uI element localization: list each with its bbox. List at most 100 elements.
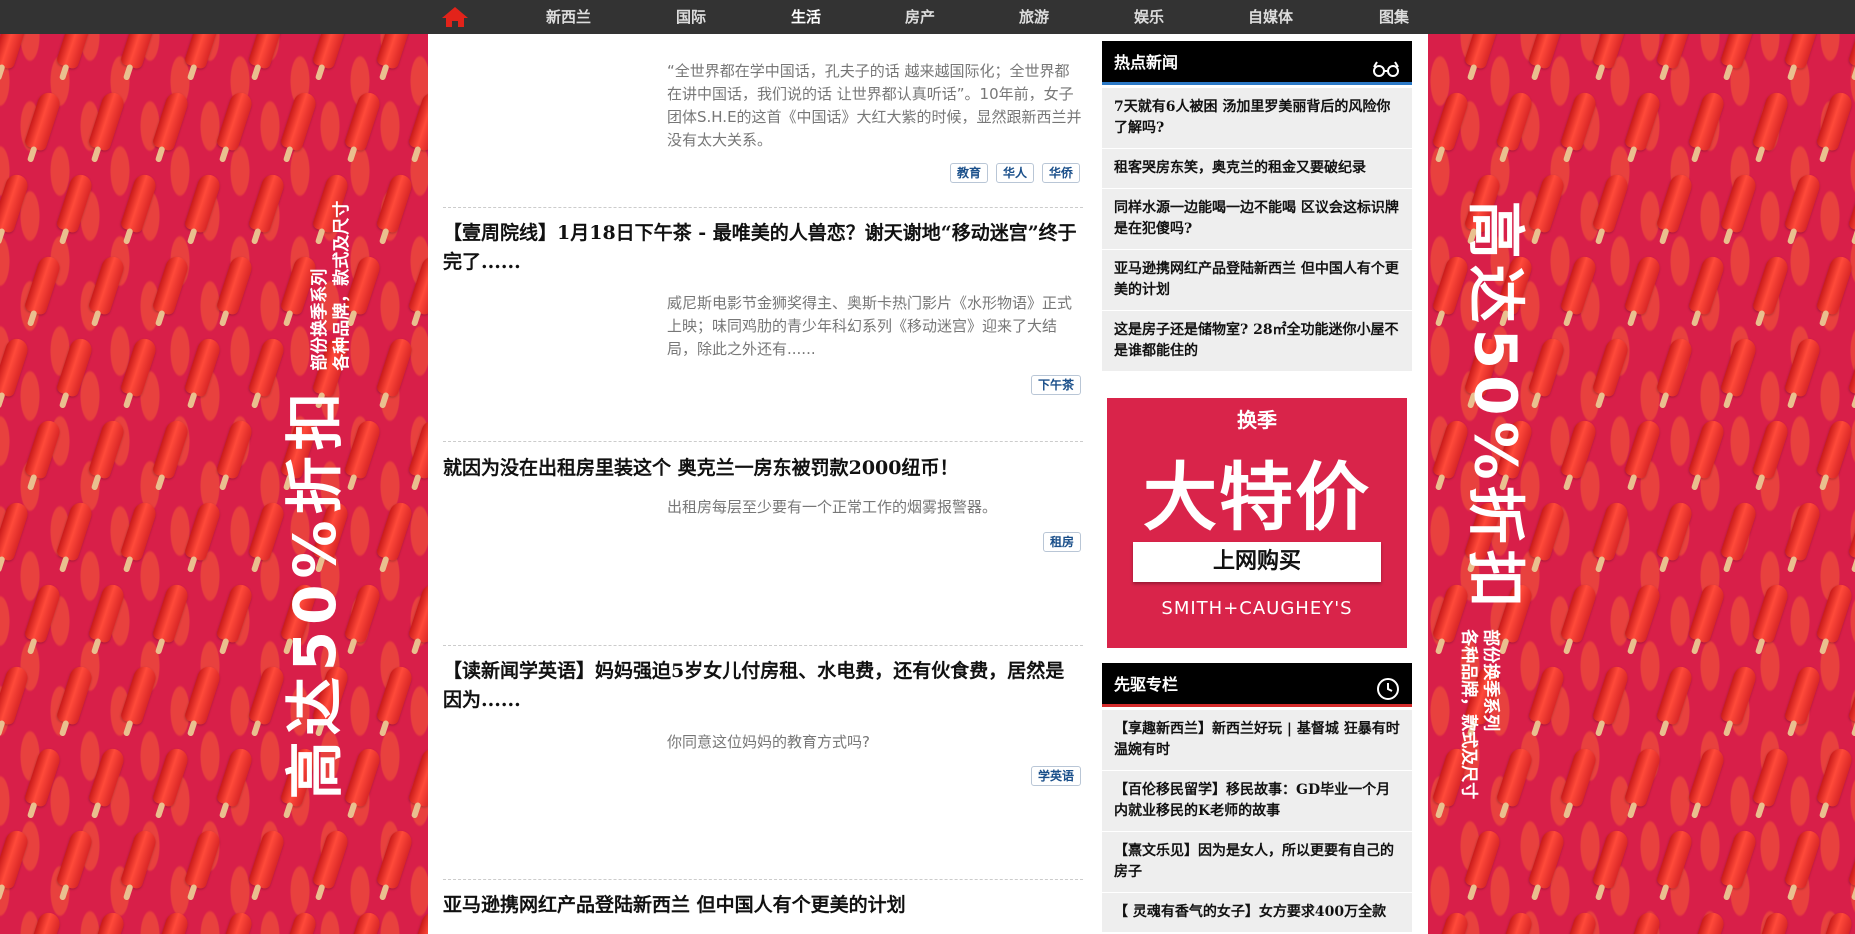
popsicle-decoration (87, 910, 127, 934)
top-navigation: 新西兰 国际 生活 房产 旅游 娱乐 自媒体 图集 (0, 0, 1855, 34)
popsicle-decoration (55, 664, 95, 726)
popsicle-decoration (1559, 418, 1599, 480)
hot-news-item[interactable]: 同样水源一边能喝一边不能喝 区议会这标识牌是在犯傻吗? (1102, 189, 1412, 250)
popsicle-decoration (1751, 254, 1791, 316)
popsicle-decoration (1591, 336, 1631, 398)
popsicle-decoration (1687, 90, 1727, 152)
right-ad-slogan: 高达50%折扣 部份换季系列 各种品牌，款式及尺寸 (1458, 201, 1543, 799)
popsicle-decoration (215, 910, 255, 934)
popsicle-decoration (1623, 910, 1663, 934)
popsicle-decoration (1719, 828, 1759, 890)
popsicle-decoration (1751, 746, 1791, 808)
ad-slogan-text: 高达50%折扣 (280, 386, 349, 800)
home-icon[interactable] (441, 6, 469, 28)
popsicle-decoration (183, 828, 223, 890)
popsicle-decoration (1783, 172, 1823, 234)
popsicle-decoration (23, 582, 63, 644)
article-divider (443, 441, 1083, 442)
popsicle-decoration (1463, 828, 1503, 890)
column-item[interactable]: 【百伦移民留学】移民故事：GD毕业一个月内就业移民的K老师的故事 (1102, 771, 1412, 832)
article-title-2[interactable]: 【壹周院线】1月18日下午茶 - 最唯美的人兽恋？谢天谢地“移动迷宫”终于完了.… (443, 219, 1083, 277)
popsicle-decoration (1815, 418, 1855, 480)
popsicle-decoration (375, 336, 415, 398)
popsicle-decoration (183, 500, 223, 562)
popsicle-decoration (55, 828, 95, 890)
left-ad-slogan: 高达50%折扣 部份换季系列 各种品牌，款式及尺寸 (268, 201, 353, 799)
popsicle-decoration (1431, 910, 1471, 934)
tag-overseas-chinese[interactable]: 华侨 (1042, 163, 1081, 183)
buy-online-button[interactable]: 上网购买 (1133, 542, 1381, 582)
popsicle-decoration (1815, 746, 1855, 808)
popsicle-decoration (1847, 664, 1855, 726)
article-excerpt-4: 你同意这位妈妈的教育方式吗? (667, 733, 870, 751)
popsicle-decoration (1623, 746, 1663, 808)
popsicle-decoration (1591, 500, 1631, 562)
popsicle-decoration (1559, 90, 1599, 152)
popsicle-decoration (1591, 664, 1631, 726)
popsicle-decoration (119, 664, 159, 726)
promo-ad[interactable]: 换季 大特价 上网购买 SMITH+CAUGHEY'S (1107, 398, 1407, 648)
nav-item-travel[interactable]: 旅游 (1019, 0, 1049, 34)
popsicle-decoration (87, 582, 127, 644)
popsicle-decoration (1687, 582, 1727, 644)
popsicle-decoration (119, 172, 159, 234)
ad-slogan-text: 高达50%折扣 (1461, 200, 1530, 614)
column-item[interactable]: 【熹文乐见】因为是女人，所以更要有自己的房子 (1102, 832, 1412, 893)
article-title-4[interactable]: 【读新闻学英语】妈妈强迫5岁女儿付房租、水电费，还有伙食费，居然是因为.....… (443, 657, 1083, 715)
tag-education[interactable]: 教育 (950, 163, 989, 183)
popsicle-decoration (1623, 418, 1663, 480)
article-excerpt-3: 出租房每层至少要有一个正常工作的烟雾报警器。 (667, 498, 998, 516)
column-item[interactable]: 【 灵魂有香气的女子】女方要求400万全款 (1102, 893, 1412, 933)
column-header: 先驱专栏 (1102, 663, 1412, 707)
popsicle-decoration (1623, 254, 1663, 316)
popsicle-decoration (151, 746, 191, 808)
tag-chinese[interactable]: 华人 (996, 163, 1035, 183)
nav-item-entertainment[interactable]: 娱乐 (1134, 0, 1164, 34)
hot-news-item[interactable]: 租客哭房东笑，奥克兰的租金又要破纪录 (1102, 149, 1412, 189)
popsicle-decoration (247, 828, 287, 890)
popsicle-decoration (279, 910, 319, 934)
popsicle-decoration (1655, 828, 1695, 890)
tag-afternoon-tea[interactable]: 下午茶 (1031, 375, 1082, 395)
hot-news-item[interactable]: 7天就有6人被困 汤加里罗美丽背后的风险你了解吗? (1102, 88, 1412, 149)
article-excerpt-2: 威尼斯电影节金狮奖得主、奥斯卡热门影片《水形物语》正式上映；味同鸡肋的青少年科幻… (667, 294, 1073, 358)
popsicle-decoration (119, 336, 159, 398)
popsicle-decoration (151, 418, 191, 480)
ad-line1: 部份换季系列 (309, 268, 330, 371)
promo-line2: 大特价 (1143, 455, 1371, 541)
popsicle-decoration (1655, 172, 1695, 234)
popsicle-decoration (215, 90, 255, 152)
nav-item-gallery[interactable]: 图集 (1379, 0, 1409, 34)
nav-item-media[interactable]: 自媒体 (1248, 0, 1293, 34)
popsicle-decoration (55, 500, 95, 562)
popsicle-decoration (183, 664, 223, 726)
popsicle-decoration (215, 254, 255, 316)
popsicle-decoration (119, 500, 159, 562)
tag-rental[interactable]: 租房 (1043, 532, 1082, 552)
popsicle-decoration (1719, 172, 1759, 234)
article-divider (443, 879, 1083, 880)
popsicle-decoration (1559, 910, 1599, 934)
column-item[interactable]: 【享趣新西兰】新西兰好玩 | 基督城 狂暴有时 温婉有时 (1102, 710, 1412, 771)
hot-news-item[interactable]: 亚马逊携网红产品登陆新西兰 但中国人有个更美的计划 (1102, 250, 1412, 311)
popsicle-decoration (1495, 90, 1535, 152)
popsicle-decoration (311, 828, 351, 890)
popsicle-decoration (1783, 664, 1823, 726)
nav-item-international[interactable]: 国际 (676, 0, 706, 34)
popsicle-decoration (87, 746, 127, 808)
popsicle-decoration (0, 336, 31, 398)
popsicle-decoration (55, 336, 95, 398)
article-title-3[interactable]: 就因为没在出租房里装这个 奥克兰一房东被罚款2000纽币！ (443, 454, 1083, 483)
nav-item-life[interactable]: 生活 (791, 0, 821, 34)
article-title-5[interactable]: 亚马逊携网红产品登陆新西兰 但中国人有个更美的计划 (443, 891, 1083, 920)
popsicle-decoration (1687, 418, 1727, 480)
hot-news-item[interactable]: 这是房子还是储物室? 28㎡全功能迷你小屋不是谁都能住的 (1102, 311, 1412, 372)
popsicle-decoration (375, 828, 415, 890)
popsicle-decoration (1815, 90, 1855, 152)
popsicle-decoration (1623, 582, 1663, 644)
article-divider (443, 207, 1083, 208)
hot-news-header: 热点新闻 (1102, 41, 1412, 85)
nav-item-property[interactable]: 房产 (905, 0, 935, 34)
tag-learn-english[interactable]: 学英语 (1031, 766, 1082, 786)
nav-item-nz[interactable]: 新西兰 (546, 0, 591, 34)
